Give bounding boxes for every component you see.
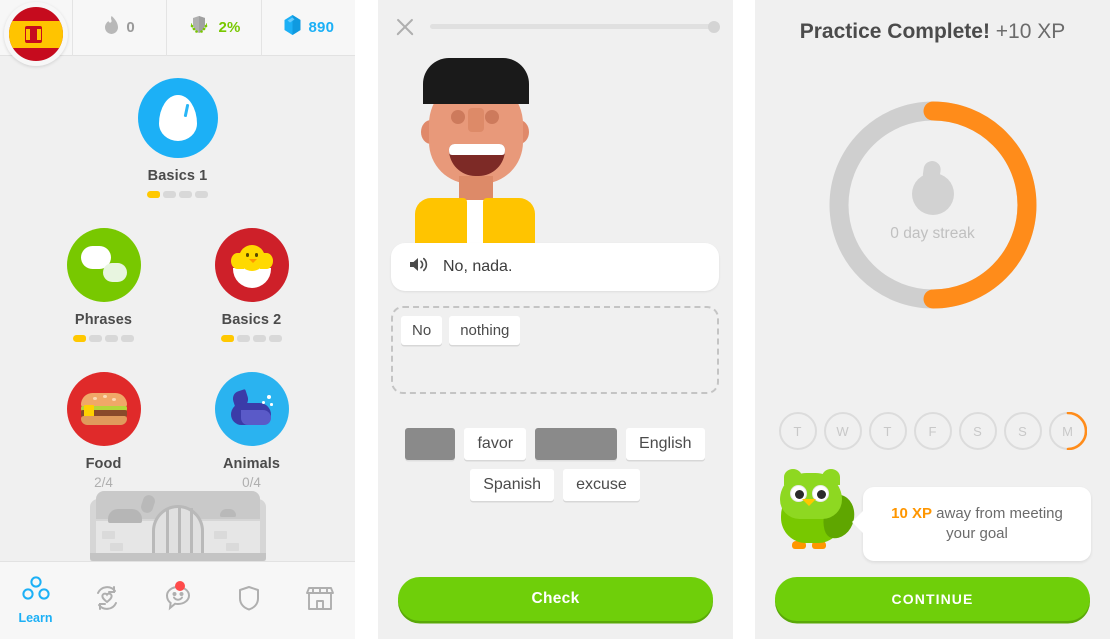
- bottom-navigation: Learn: [0, 561, 355, 639]
- lesson-progress-bar: [430, 20, 720, 33]
- egg-icon: [137, 78, 218, 158]
- skill-row-1: Basics 1: [0, 78, 355, 198]
- skill-tree: Basics 1 Phrases Basics 2 Food 2/4 Anima…: [0, 56, 355, 561]
- day-letter: W: [823, 412, 862, 450]
- duo-owl-mascot: [774, 469, 859, 551]
- skill-phrases[interactable]: Phrases: [52, 228, 156, 342]
- whale-icon: [214, 372, 289, 446]
- skill-label: Phrases: [74, 312, 133, 328]
- streak-stat[interactable]: 0: [72, 0, 166, 56]
- owl-speech-bubble: 10 XP away from meeting your goal: [852, 487, 1091, 561]
- skill-basics-1[interactable]: Basics 1: [126, 78, 230, 198]
- skill-basics-2[interactable]: Basics 2: [200, 228, 304, 342]
- skill-label: Basics 1: [147, 168, 208, 184]
- nav-item-learn[interactable]: Learn: [0, 562, 71, 639]
- spanish-flag-icon: [9, 7, 63, 61]
- home-panel: 0 2% 890 Basics 1 Phrases Basics 2 Food …: [0, 0, 355, 639]
- nav-item-chat[interactable]: [142, 562, 213, 639]
- bubble-xp-highlight: 10 XP: [891, 505, 932, 523]
- gems-value: 890: [308, 19, 335, 36]
- day-letter: T: [778, 412, 817, 450]
- streak-flame-icon: [910, 159, 956, 215]
- duolingo-screenshot: 0 2% 890 Basics 1 Phrases Basics 2 Food …: [0, 0, 1110, 639]
- streak-label: 0 day streak: [890, 225, 975, 242]
- chick-icon: [214, 228, 289, 302]
- skill-animals[interactable]: Animals 0/4: [200, 372, 304, 490]
- skill-label: Basics 2: [221, 312, 282, 328]
- word-bank: favor English Spanish excuse: [391, 428, 719, 501]
- skill-label: Animals: [222, 456, 281, 472]
- shield-laurel-icon: [187, 15, 211, 40]
- streak-flame-icon: [104, 16, 119, 39]
- learn-dots-icon: [21, 576, 51, 607]
- word-bank-tile-favor[interactable]: favor: [464, 428, 527, 460]
- practice-complete-panel: Practice Complete! +10 XP 0 day streak T…: [755, 0, 1110, 639]
- speaker-icon[interactable]: [409, 256, 428, 278]
- page-title-xp: +10 XP: [989, 20, 1066, 43]
- shield-stat[interactable]: 2%: [166, 0, 260, 56]
- gem-icon: [283, 15, 302, 40]
- gems-stat[interactable]: 890: [260, 0, 355, 56]
- shield-value: 2%: [218, 19, 241, 36]
- shop-icon: [304, 584, 336, 617]
- word-bank-tile-spanish[interactable]: Spanish: [470, 469, 555, 501]
- skill-progress-bars: [221, 335, 282, 342]
- skill-row-3: Food 2/4 Animals 0/4: [0, 372, 355, 490]
- check-button[interactable]: Check: [398, 577, 713, 621]
- word-bank-tile-used: [405, 428, 456, 460]
- streak-value: 0: [126, 19, 135, 36]
- bubble-text: 10 XP away from meeting your goal: [879, 504, 1075, 544]
- day-m-today[interactable]: M: [1048, 412, 1087, 450]
- skill-row-2: Phrases Basics 2: [0, 228, 355, 342]
- nav-item-practice[interactable]: [71, 562, 142, 639]
- page-title: Practice Complete! +10 XP: [755, 20, 1110, 44]
- chat-notification-badge: [175, 580, 185, 591]
- continue-button[interactable]: CONTINUE: [775, 577, 1090, 621]
- day-letter: T: [868, 412, 907, 450]
- skill-progress-bars: [147, 191, 208, 198]
- practice-refresh-icon: [92, 584, 122, 617]
- streak-ring: 0 day streak: [825, 97, 1041, 313]
- close-x-icon[interactable]: [392, 14, 418, 40]
- day-s1[interactable]: S: [958, 412, 997, 450]
- character-illustration: [405, 58, 545, 256]
- burger-icon: [66, 372, 141, 446]
- audio-prompt-card[interactable]: No, nada.: [391, 243, 719, 291]
- page-title-bold: Practice Complete!: [799, 20, 990, 43]
- day-letter: S: [1003, 412, 1042, 450]
- day-s2[interactable]: S: [1003, 412, 1042, 450]
- day-t2[interactable]: T: [868, 412, 907, 450]
- day-f[interactable]: F: [913, 412, 952, 450]
- day-t1[interactable]: T: [778, 412, 817, 450]
- word-bank-tile-used: [535, 428, 618, 460]
- lesson-panel: No, nada. No nothing favor English Spani…: [378, 0, 733, 639]
- answer-drop-area[interactable]: No nothing: [391, 306, 719, 394]
- word-bank-tile-english[interactable]: English: [626, 428, 705, 460]
- day-w[interactable]: W: [823, 412, 862, 450]
- day-letter: S: [958, 412, 997, 450]
- nav-item-shield[interactable]: [213, 562, 284, 639]
- skill-progress-bars: [73, 335, 134, 342]
- weekday-progress-row: T W T F S S M: [755, 412, 1110, 450]
- progress-knob: [708, 20, 720, 33]
- nav-item-shop[interactable]: [284, 562, 355, 639]
- skill-label: Food: [85, 456, 122, 472]
- answer-tile[interactable]: nothing: [449, 316, 521, 345]
- lesson-header: [378, 0, 733, 52]
- shield-icon: [236, 584, 262, 617]
- day-progress-arc: [1066, 412, 1087, 450]
- answer-tile[interactable]: No: [401, 316, 443, 345]
- prompt-text: No, nada.: [443, 258, 513, 275]
- skill-food[interactable]: Food 2/4: [52, 372, 156, 490]
- speech-bubbles-icon: [66, 228, 141, 302]
- day-letter: F: [913, 412, 952, 450]
- bubble-rest: away from meeting your goal: [931, 505, 1063, 542]
- word-bank-tile-excuse[interactable]: excuse: [563, 469, 640, 501]
- locked-checkpoint-icon[interactable]: [89, 487, 266, 561]
- language-flag-button[interactable]: [4, 2, 68, 66]
- nav-label-learn: Learn: [18, 611, 53, 625]
